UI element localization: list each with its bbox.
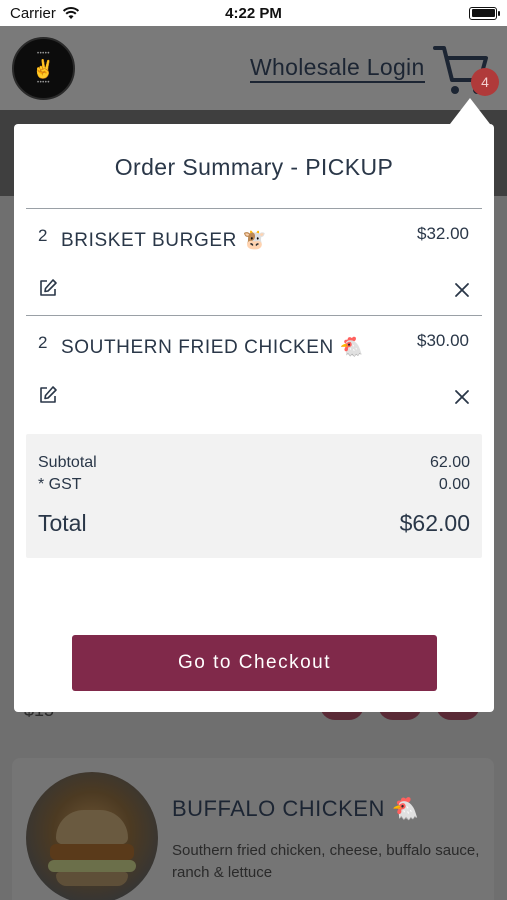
item-price: $30.00 — [417, 331, 469, 350]
gst-row: * GST 0.00 — [38, 476, 470, 494]
app-header: ••••• ✌ ••••• Wholesale Login 4 — [0, 26, 507, 110]
food-image — [26, 772, 158, 900]
battery-icon — [469, 6, 500, 20]
menu-card-title: BUFFALO CHICKEN 🐔 — [172, 796, 420, 821]
status-bar: Carrier 4:22 PM — [0, 0, 507, 26]
subtotal-label: Subtotal — [38, 454, 97, 471]
close-icon[interactable] — [454, 282, 470, 298]
gst-label: * GST — [38, 476, 82, 493]
menu-card-description: Southern fried chicken, cheese, buffalo … — [172, 842, 480, 881]
cart-count-badge: 4 — [471, 68, 499, 96]
order-totals: Subtotal 62.00 * GST 0.00 Total $62.00 — [26, 434, 482, 558]
gst-value: 0.00 — [438, 476, 470, 493]
restaurant-logo-icon[interactable]: ••••• ✌ ••••• — [12, 37, 75, 100]
cart-line-item: 2 BRISKET BURGER 🐮 $32.00 — [14, 208, 494, 315]
cart-line-item: 2 SOUTHERN FRIED CHICKEN 🐔 $30.00 — [14, 315, 494, 422]
item-name: SOUTHERN FRIED CHICKEN 🐔 — [61, 337, 365, 358]
item-name: BRISKET BURGER 🐮 — [61, 230, 268, 251]
popover-arrow — [450, 98, 490, 124]
checkout-button[interactable]: Go to Checkout — [72, 635, 437, 691]
item-quantity: 2 — [38, 333, 48, 352]
total-row: Total $62.00 — [38, 510, 470, 537]
edit-icon[interactable] — [38, 385, 58, 405]
wifi-icon — [62, 7, 79, 19]
order-summary-popover: Order Summary - PICKUP 2 BRISKET BURGER … — [14, 124, 494, 712]
status-left: Carrier — [10, 5, 80, 22]
menu-card[interactable]: BUFFALO CHICKEN 🐔 Southern fried chicken… — [12, 758, 494, 900]
edit-icon[interactable] — [38, 278, 58, 298]
subtotal-row: Subtotal 62.00 — [38, 454, 470, 472]
wholesale-login-link[interactable]: Wholesale Login — [250, 53, 425, 83]
total-value: $62.00 — [399, 510, 470, 536]
item-quantity: 2 — [38, 226, 48, 245]
item-price: $32.00 — [417, 224, 469, 243]
carrier-label: Carrier — [10, 4, 56, 22]
order-summary-title: Order Summary - PICKUP — [114, 154, 394, 180]
subtotal-value: 62.00 — [429, 454, 470, 471]
total-label: Total — [38, 510, 87, 536]
close-icon[interactable] — [454, 389, 470, 405]
